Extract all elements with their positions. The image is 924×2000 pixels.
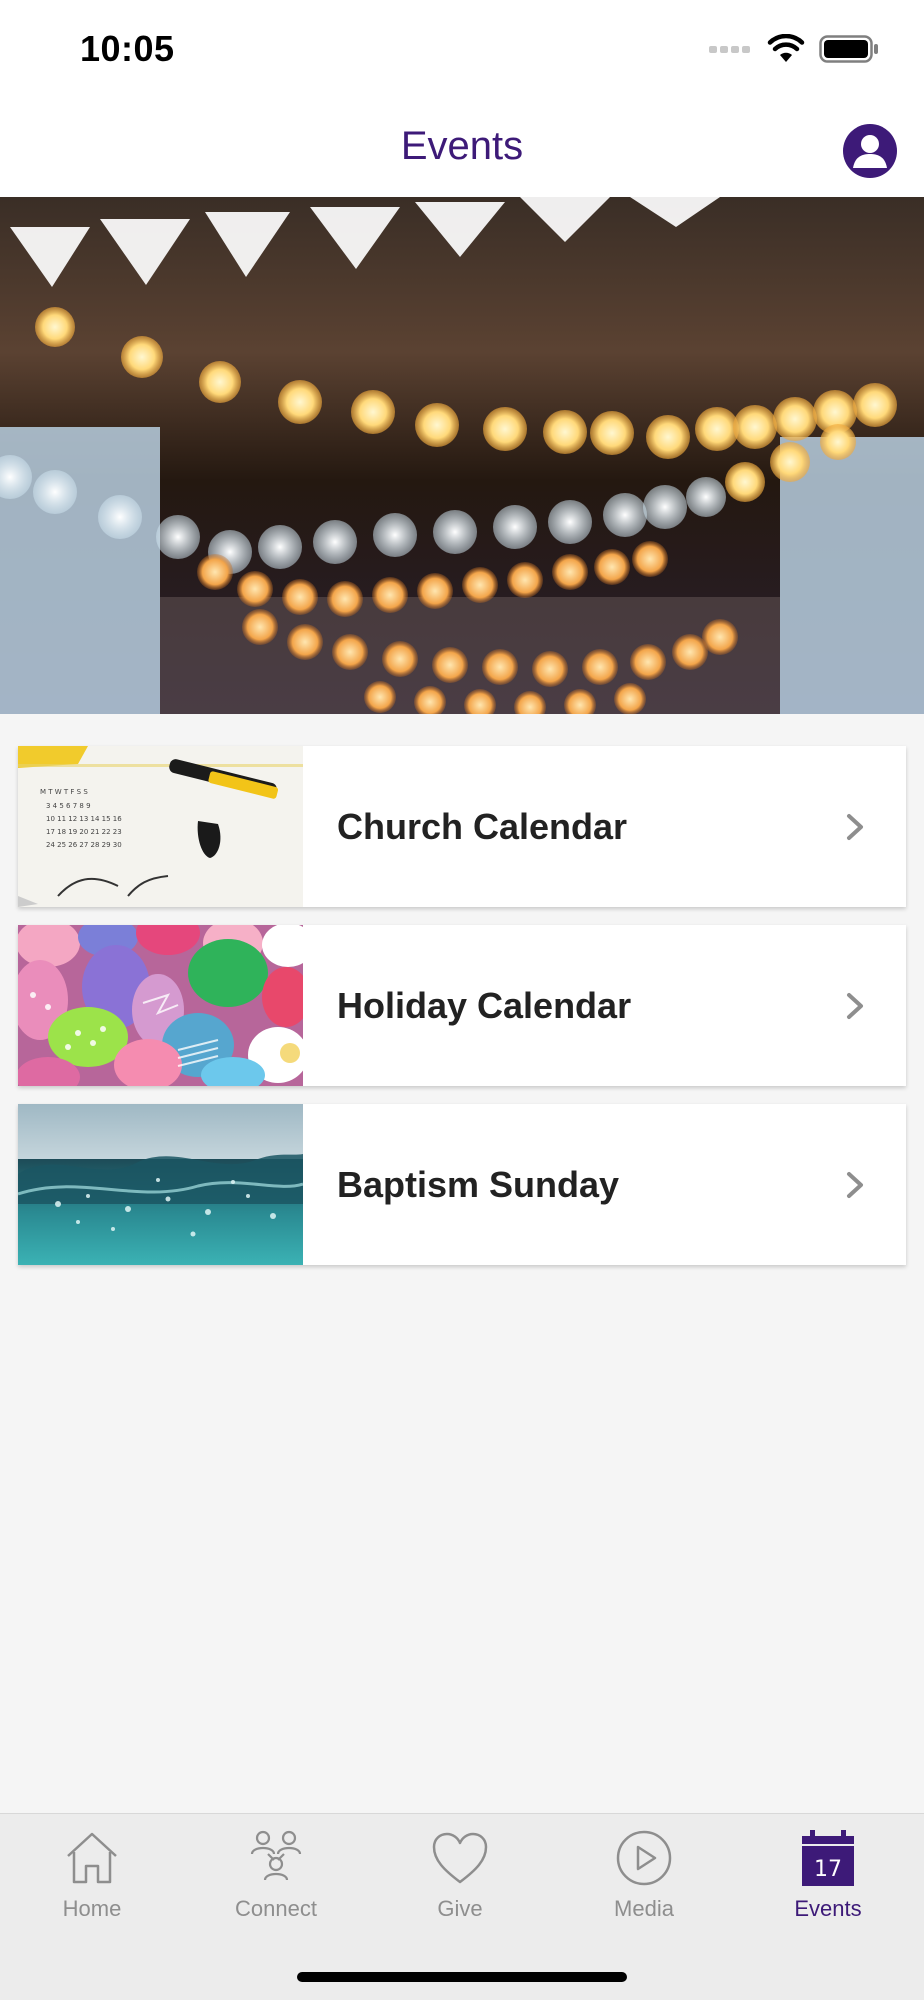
event-title: Baptism Sunday (337, 1163, 620, 1205)
calendar-day: 17 (814, 1857, 842, 1882)
tab-label: Connect (235, 1896, 317, 1921)
church-calendar-thumbnail: M T W T F S S 3 4 5 6 7 8 9 10 11 12 13 … (18, 746, 303, 907)
user-icon (853, 135, 887, 168)
chevron-right-icon (847, 1171, 863, 1198)
navigation-bar: Events (0, 100, 924, 197)
wifi-icon (767, 34, 805, 62)
battery-icon (819, 35, 878, 63)
tab-connect[interactable]: Connect (184, 1828, 368, 1938)
tab-events[interactable]: 17 Events (736, 1828, 920, 1938)
profile-button[interactable] (843, 124, 897, 178)
event-item-church-calendar[interactable]: M T W T F S S 3 4 5 6 7 8 9 10 11 12 13 … (18, 746, 906, 907)
people-icon (250, 1830, 302, 1881)
tab-give[interactable]: Give (368, 1828, 552, 1938)
status-icons (709, 34, 879, 64)
svg-text:10 11 12 13 14 15 16: 10 11 12 13 14 15 16 (46, 815, 122, 823)
svg-text:24 25 26 27 28 29 30: 24 25 26 27 28 29 30 (46, 841, 122, 849)
svg-text:3 4 5 6 7 8 9: 3 4 5 6 7 8 9 (46, 802, 91, 810)
chevron-right-icon (847, 813, 863, 840)
svg-text:M T W T F S S: M T W T F S S (40, 788, 88, 796)
tab-home[interactable]: Home (0, 1828, 184, 1938)
heart-icon (432, 1832, 488, 1884)
signal-icon (709, 46, 750, 53)
play-icon (616, 1830, 672, 1886)
event-item-baptism-sunday[interactable]: Baptism Sunday (18, 1104, 906, 1265)
home-indicator[interactable] (297, 1972, 627, 1982)
tab-label: Home (62, 1896, 122, 1921)
home-icon (67, 1832, 117, 1884)
calendar-icon: 17 (802, 1830, 854, 1886)
tab-media[interactable]: Media (552, 1828, 736, 1938)
event-item-holiday-calendar[interactable]: Holiday Calendar (18, 925, 906, 1086)
hero-image (0, 197, 924, 714)
tab-label: Media (614, 1896, 674, 1921)
status-time: 10:05 (80, 28, 175, 69)
chevron-right-icon (847, 992, 863, 1019)
tab-label: Give (437, 1896, 483, 1921)
status-bar: 10:05 (0, 0, 924, 100)
event-title: Church Calendar (337, 805, 628, 847)
holiday-calendar-thumbnail (18, 925, 303, 1086)
baptism-sunday-thumbnail (18, 1104, 303, 1265)
event-list: M T W T F S S 3 4 5 6 7 8 9 10 11 12 13 … (18, 746, 906, 1283)
event-title: Holiday Calendar (337, 984, 632, 1026)
svg-text:17 18 19 20 21 22 23: 17 18 19 20 21 22 23 (46, 828, 122, 836)
page-title: Events (400, 124, 524, 168)
tab-label: Events (794, 1896, 862, 1921)
